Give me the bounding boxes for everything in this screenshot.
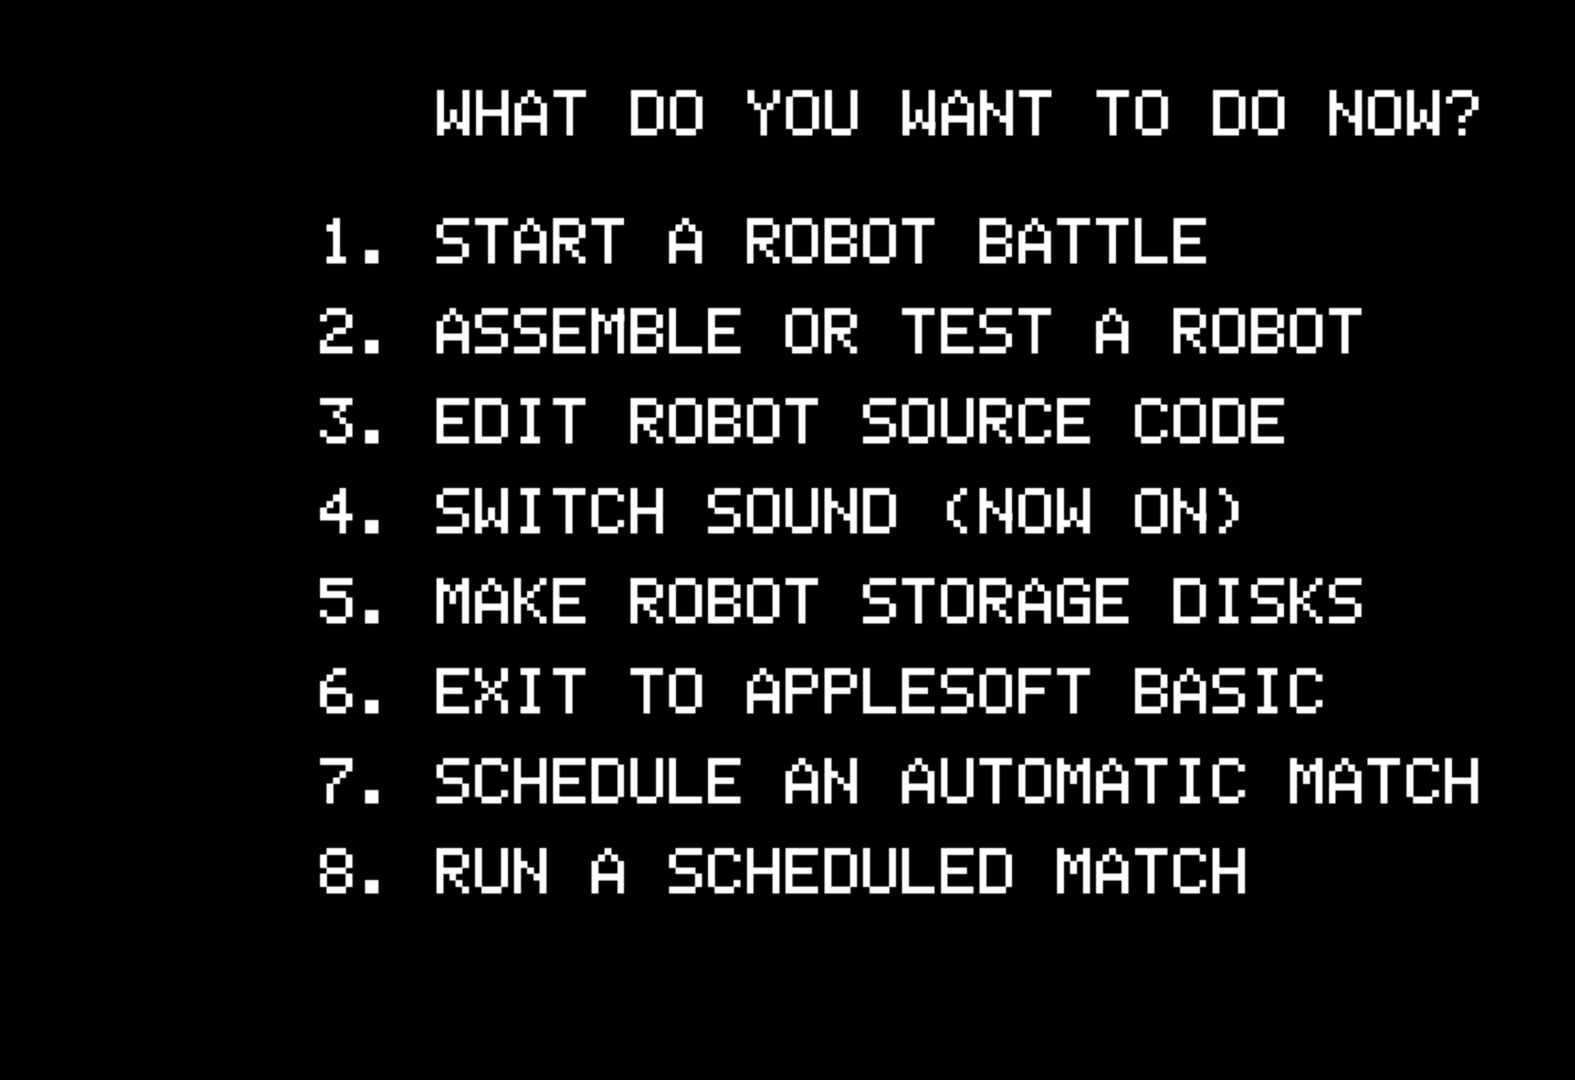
- terminal-screen: [0, 0, 1575, 1080]
